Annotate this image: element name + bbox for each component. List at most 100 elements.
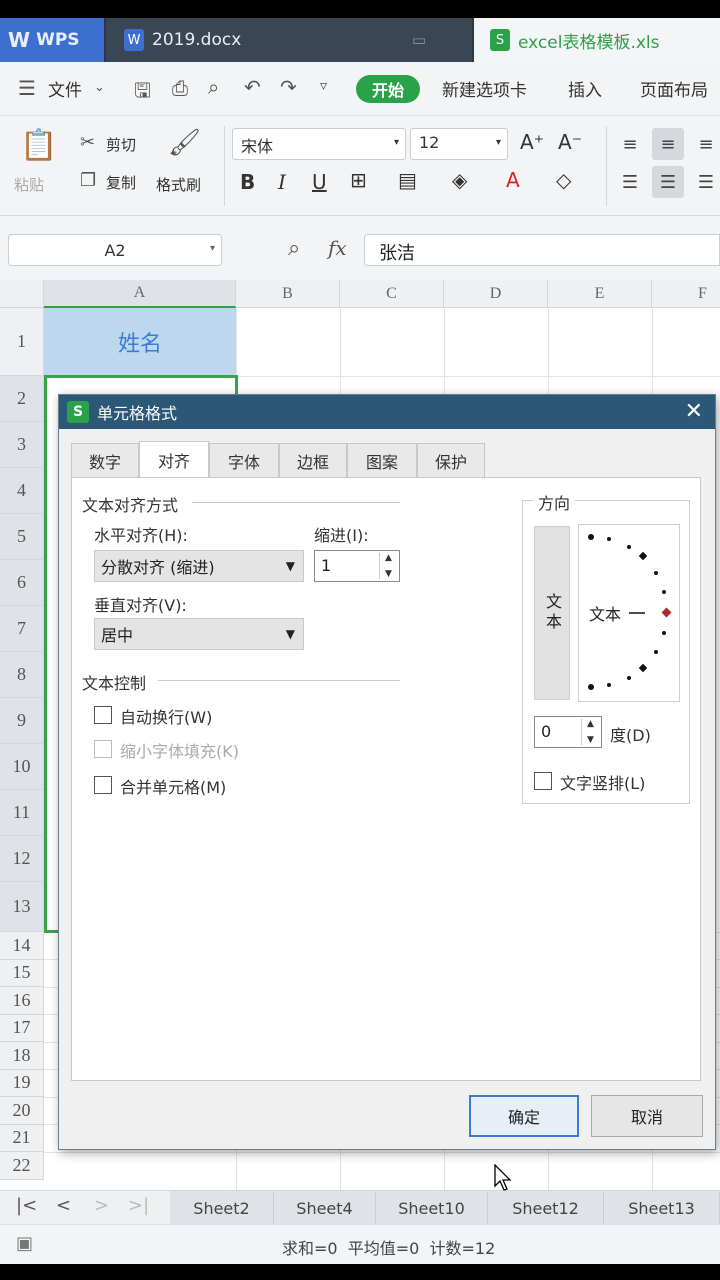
v-align-select[interactable]: 居中 ▼	[94, 618, 304, 650]
shrink-fit-label[interactable]: 缩小字体填充(K)	[120, 738, 239, 762]
monitor-icon[interactable]: ▭	[412, 31, 426, 49]
xls-tab[interactable]: S excel表格模板.xls	[474, 18, 720, 62]
row-header[interactable]: 19	[0, 1069, 44, 1097]
vertical-layout-label[interactable]: 文字竖排(L)	[560, 770, 645, 794]
stepper-down-icon[interactable]: ▼	[385, 569, 392, 579]
prev-sheet-icon[interactable]: <	[56, 1195, 71, 1216]
quick-access-more-icon[interactable]: ▿	[320, 78, 327, 94]
row-header[interactable]: 2	[0, 376, 44, 422]
row-header[interactable]: 1	[0, 308, 44, 376]
row-header[interactable]: 13	[0, 882, 44, 932]
row-header[interactable]: 12	[0, 836, 44, 882]
vertical-layout-checkbox[interactable]	[534, 772, 552, 790]
print-preview-icon[interactable]: ⌕	[208, 75, 219, 99]
sheet-tab[interactable]: Sheet2	[170, 1191, 274, 1225]
align-left-icon[interactable]: ☰	[614, 166, 646, 198]
redo-icon[interactable]: ↷	[280, 75, 297, 99]
underline-button[interactable]: U	[312, 170, 327, 194]
format-painter-icon[interactable]: 🖌	[168, 128, 201, 158]
row-header[interactable]: 8	[0, 652, 44, 698]
row-header[interactable]: 22	[0, 1152, 44, 1180]
hamburger-menu-icon[interactable]: ☰	[18, 76, 36, 100]
dialog-title-bar[interactable]: S 单元格格式 ✕	[59, 395, 715, 429]
menu-start[interactable]: 开始	[356, 75, 420, 103]
tab-pattern[interactable]: 图案	[347, 443, 417, 477]
fill-color-icon[interactable]: ◈	[452, 168, 467, 192]
menu-page-layout[interactable]: 页面布局	[640, 76, 708, 101]
row-header[interactable]: 4	[0, 468, 44, 514]
status-icon[interactable]: ▣	[16, 1233, 33, 1254]
wrap-text-label[interactable]: 自动换行(W)	[120, 704, 212, 728]
cancel-button[interactable]: 取消	[591, 1095, 703, 1137]
row-header[interactable]: 21	[0, 1124, 44, 1152]
h-align-select[interactable]: 分散对齐 (缩进) ▼	[94, 550, 304, 582]
vertical-text-button[interactable]: 文本	[534, 526, 570, 700]
border-icon[interactable]: ⊞	[350, 168, 367, 192]
row-header[interactable]: 10	[0, 744, 44, 790]
zoom-search-icon[interactable]: ⌕	[288, 236, 300, 261]
formula-input[interactable]: 张洁	[364, 234, 720, 266]
undo-icon[interactable]: ↶	[244, 75, 261, 99]
paste-label[interactable]: 粘贴	[14, 174, 44, 195]
sheet-tab[interactable]: Sheet12	[488, 1191, 604, 1225]
select-all-corner[interactable]	[0, 280, 44, 308]
row-header[interactable]: 15	[0, 959, 44, 987]
menu-file[interactable]: 文件	[48, 76, 82, 101]
row-header[interactable]: 17	[0, 1014, 44, 1042]
column-header[interactable]: A	[44, 280, 236, 308]
first-sheet-icon[interactable]: |<	[16, 1195, 37, 1216]
stepper-up-icon[interactable]: ▲	[587, 719, 594, 729]
copy-icon[interactable]: ❐	[80, 170, 96, 191]
save-icon[interactable]: 🖫	[134, 76, 151, 110]
tab-border[interactable]: 边框	[279, 443, 347, 477]
next-sheet-icon[interactable]: >	[94, 1195, 109, 1216]
row-header[interactable]: 11	[0, 790, 44, 836]
sheet-tab[interactable]: Sheet13	[604, 1191, 720, 1225]
row-header[interactable]: 7	[0, 606, 44, 652]
menu-insert[interactable]: 插入	[568, 76, 602, 101]
font-size-select[interactable]: 12 ▾	[410, 128, 508, 160]
last-sheet-icon[interactable]: >|	[128, 1195, 149, 1216]
wrap-text-checkbox[interactable]	[94, 706, 112, 724]
scissors-icon[interactable]: ✂	[80, 132, 95, 153]
align-top-icon[interactable]: ≡	[614, 128, 646, 160]
merge-cells-label[interactable]: 合并单元格(M)	[120, 774, 226, 798]
stepper-arrows[interactable]: ▲ ▼	[581, 719, 599, 745]
font-color-icon[interactable]: A	[506, 168, 520, 192]
tab-font[interactable]: 字体	[209, 443, 279, 477]
column-header[interactable]: B	[236, 280, 340, 308]
row-header[interactable]: 18	[0, 1042, 44, 1070]
cell-a1[interactable]: 姓名	[44, 308, 236, 376]
stepper-up-icon[interactable]: ▲	[385, 553, 392, 563]
sheet-tab[interactable]: Sheet10	[376, 1191, 488, 1225]
align-middle-icon[interactable]: ≡	[652, 128, 684, 160]
ok-button[interactable]: 确定	[469, 1095, 579, 1137]
fill-style-icon[interactable]: ▤	[398, 168, 417, 192]
row-header[interactable]: 5	[0, 514, 44, 560]
eraser-icon[interactable]: ◇	[556, 168, 571, 192]
tab-alignment[interactable]: 对齐	[139, 441, 209, 477]
sheet-tab[interactable]: Sheet4	[274, 1191, 376, 1225]
close-icon[interactable]: ✕	[685, 399, 703, 424]
paste-icon[interactable]: 📋	[20, 128, 57, 163]
row-header[interactable]: 9	[0, 698, 44, 744]
fx-icon[interactable]: fx	[328, 236, 347, 260]
increase-font-icon[interactable]: A⁺	[520, 130, 544, 154]
row-header[interactable]: 6	[0, 560, 44, 606]
wps-home-tab[interactable]: W WPS	[0, 18, 104, 62]
italic-button[interactable]: I	[278, 170, 286, 194]
row-header[interactable]: 14	[0, 932, 44, 960]
column-header[interactable]: C	[340, 280, 444, 308]
indent-stepper[interactable]: 1 ▲ ▼	[314, 550, 400, 582]
stepper-down-icon[interactable]: ▼	[587, 735, 594, 745]
column-header[interactable]: D	[444, 280, 548, 308]
cut-label[interactable]: 剪切	[106, 134, 136, 155]
row-header[interactable]: 3	[0, 422, 44, 468]
bold-button[interactable]: B	[240, 170, 255, 194]
tab-protection[interactable]: 保护	[417, 443, 485, 477]
stepper-arrows[interactable]: ▲ ▼	[379, 553, 397, 579]
align-bottom-icon[interactable]: ≡	[690, 128, 720, 160]
row-header[interactable]: 20	[0, 1097, 44, 1125]
chevron-down-icon[interactable]: ⌄	[94, 80, 105, 95]
docx-tab[interactable]: W 2019.docx ▭	[106, 18, 472, 62]
